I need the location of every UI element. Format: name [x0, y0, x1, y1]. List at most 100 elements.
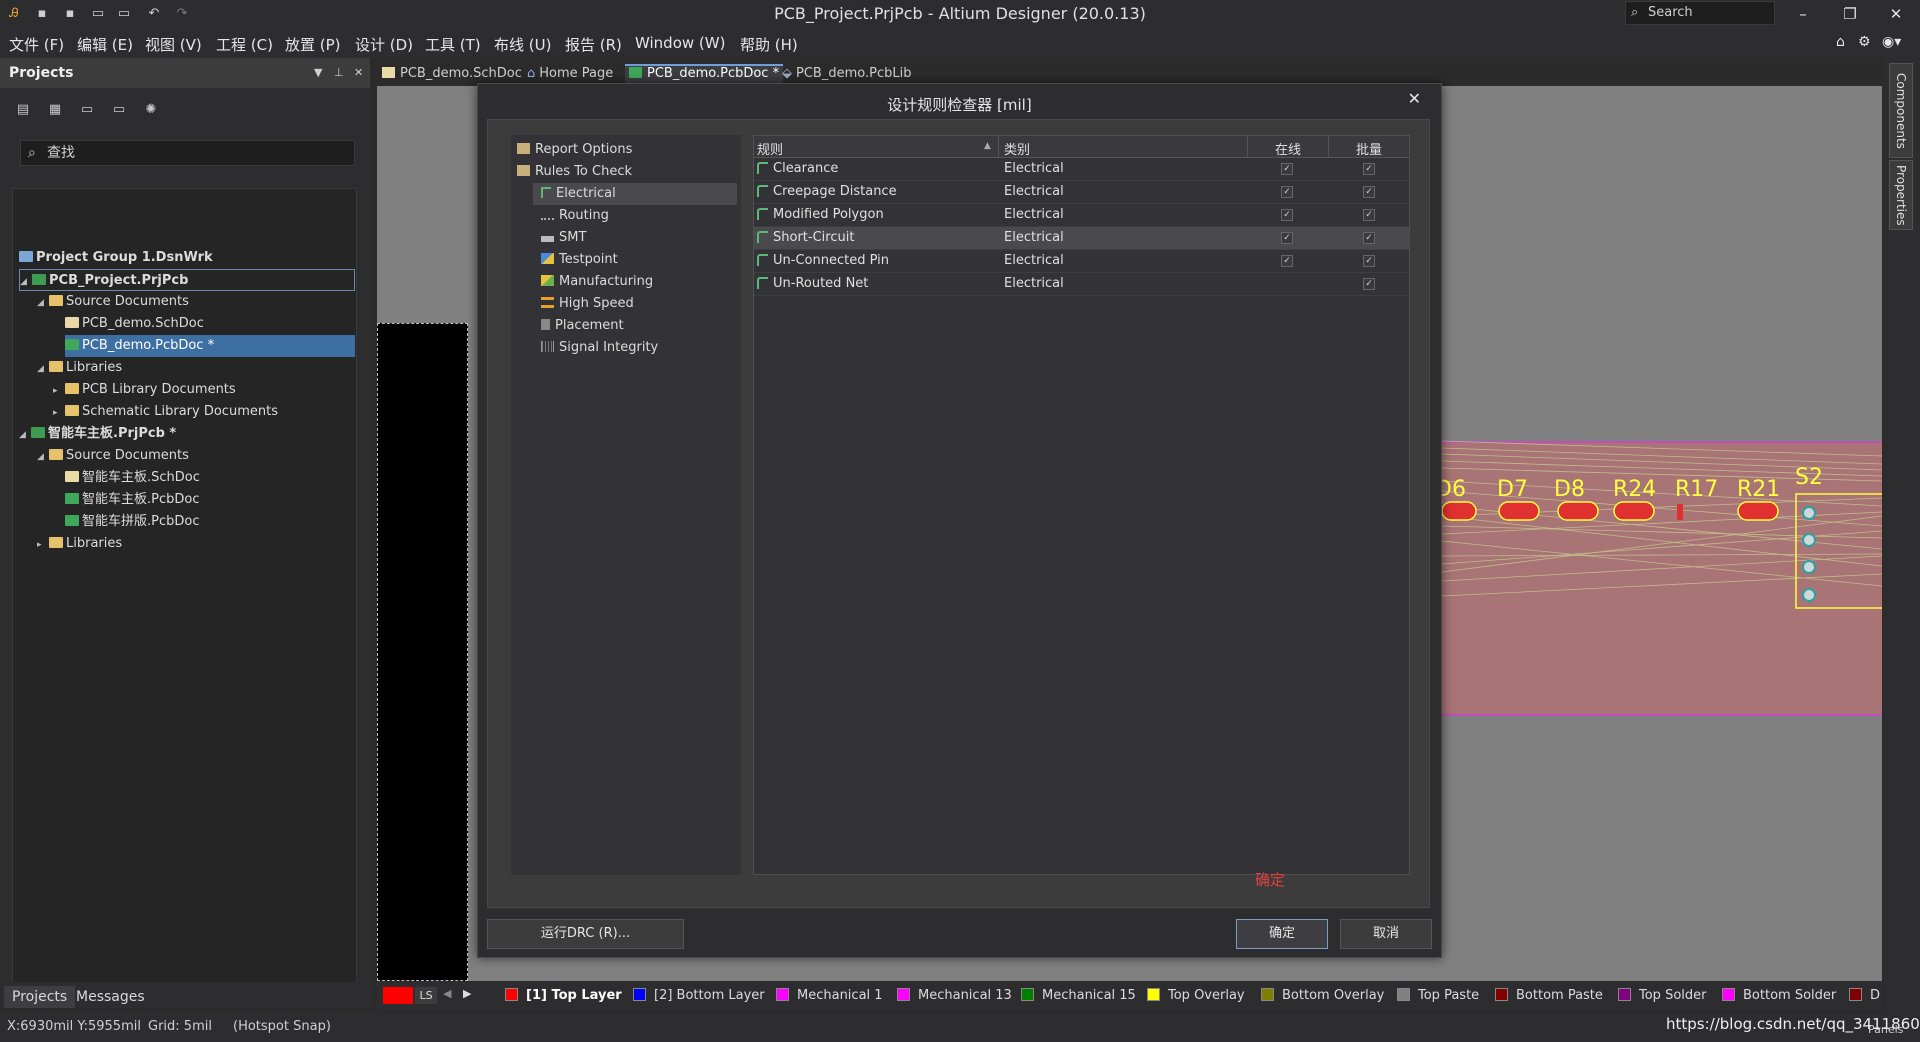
dialog-close-icon[interactable]: ✕ — [1408, 89, 1421, 108]
cancel-button[interactable]: 取消 — [1340, 919, 1432, 949]
expand-arrow-icon[interactable]: ▸ — [53, 380, 65, 402]
pin-icon[interactable]: ⊥ — [334, 66, 344, 79]
tree-item[interactable]: 智能车主板.PcbDoc — [65, 489, 199, 511]
tree-item[interactable]: ◢ Source Documents — [37, 291, 189, 313]
layer-tab-bottom-layer[interactable]: [2] Bottom Layer — [633, 988, 765, 1003]
tree-smt[interactable]: SMT — [541, 227, 586, 249]
online-checkbox[interactable]: ✓ — [1281, 255, 1293, 267]
tree-item[interactable]: 智能车拼版.PcbDoc — [65, 511, 199, 533]
tree-signal-integrity[interactable]: Signal Integrity — [541, 337, 658, 359]
collapse-arrow-icon[interactable]: ◢ — [19, 424, 31, 446]
properties-panel-tab[interactable]: Properties — [1889, 160, 1913, 230]
tree-routing[interactable]: Routing — [541, 205, 609, 227]
tree-item[interactable]: Project Group 1.DsnWrk — [19, 247, 213, 269]
table-row[interactable]: Un-Routed Net Electrical ✓ — [754, 273, 1409, 296]
layer-tab-drill[interactable]: D — [1849, 988, 1880, 1003]
menu-tools[interactable]: 工具 (T) — [425, 34, 481, 55]
tab-messages[interactable]: Messages — [68, 986, 153, 1008]
layer-tab-mechanical-13[interactable]: Mechanical 13 — [897, 988, 1012, 1003]
layer-tab-bottom-solder[interactable]: Bottom Solder — [1722, 988, 1836, 1003]
layer-tab-top-layer[interactable]: [1] Top Layer — [505, 988, 622, 1003]
settings-icon[interactable]: ✺ — [140, 102, 162, 120]
compile-icon[interactable]: ▦ — [44, 102, 66, 120]
minimize-button[interactable]: – — [1783, 2, 1823, 26]
table-row[interactable]: Short-Circuit Electrical ✓ ✓ — [754, 227, 1409, 250]
tree-item[interactable]: PCB_demo.PcbDoc * — [65, 335, 355, 357]
tree-item[interactable]: ▸ Libraries — [37, 533, 122, 555]
table-row[interactable]: Modified Polygon Electrical ✓ ✓ — [754, 204, 1409, 227]
collapse-arrow-icon[interactable]: ◢ — [37, 292, 49, 314]
menu-window[interactable]: Window (W) — [635, 34, 725, 52]
layer-tab-top-paste[interactable]: Top Paste — [1397, 988, 1479, 1003]
layer-set-button[interactable]: LS — [415, 987, 437, 1004]
collapse-arrow-icon[interactable]: ◢ — [37, 358, 49, 380]
close-icon[interactable]: ✕ — [354, 66, 363, 79]
open-folder-icon[interactable]: ▭ — [76, 102, 98, 120]
tree-report-options[interactable]: Report Options — [517, 139, 632, 161]
tree-manufacturing[interactable]: Manufacturing — [541, 271, 653, 293]
table-row[interactable]: Clearance Electrical ✓ ✓ — [754, 158, 1409, 181]
components-panel-tab[interactable]: Components — [1889, 63, 1913, 158]
menu-route[interactable]: 布线 (U) — [494, 34, 551, 55]
user-account-icon[interactable]: ◉▾ — [1882, 34, 1901, 50]
column-header-rule[interactable]: 规则 — [757, 139, 783, 158]
tab-pcbdoc[interactable]: PCB_demo.PcbDoc * — [625, 64, 784, 84]
tree-item[interactable]: ▸ Schematic Library Documents — [53, 401, 278, 423]
save-icon[interactable]: ▤ — [12, 102, 34, 120]
sort-asc-icon[interactable]: ▲ — [984, 141, 991, 151]
tree-placement[interactable]: Placement — [541, 315, 624, 337]
close-folder-icon[interactable]: ▭ — [108, 102, 130, 120]
global-search-input[interactable]: ⌕ Search — [1625, 1, 1775, 25]
home-icon[interactable]: ⌂ — [1836, 34, 1845, 50]
collapse-arrow-icon[interactable]: ◢ — [37, 446, 49, 468]
layer-tab-top-solder[interactable]: Top Solder — [1618, 988, 1706, 1003]
restore-button[interactable]: ❐ — [1830, 2, 1870, 26]
layer-tab-mechanical-15[interactable]: Mechanical 15 — [1021, 988, 1136, 1003]
scroll-right-icon[interactable]: ▶ — [463, 987, 471, 1000]
scroll-left-icon[interactable]: ◀ — [443, 987, 451, 1000]
tree-testpoint[interactable]: Testpoint — [541, 249, 618, 271]
tree-item[interactable]: ◢ Source Documents — [37, 445, 189, 467]
menu-view[interactable]: 视图 (V) — [145, 34, 202, 55]
menu-design[interactable]: 设计 (D) — [355, 34, 413, 55]
batch-checkbox[interactable]: ✓ — [1363, 278, 1375, 290]
expand-arrow-icon[interactable]: ▸ — [53, 402, 65, 424]
ok-button[interactable]: 确定 — [1236, 919, 1328, 949]
menu-file[interactable]: 文件 (F) — [9, 34, 64, 55]
tree-item[interactable]: ◢ 智能车主板.PrjPcb * — [19, 423, 176, 445]
online-checkbox[interactable]: ✓ — [1281, 232, 1293, 244]
tree-electrical[interactable]: Electrical — [533, 183, 737, 205]
menu-edit[interactable]: 编辑 (E) — [77, 34, 133, 55]
layer-tab-top-overlay[interactable]: Top Overlay — [1147, 988, 1245, 1003]
layer-tab-bottom-paste[interactable]: Bottom Paste — [1495, 988, 1603, 1003]
batch-checkbox[interactable]: ✓ — [1363, 186, 1375, 198]
tree-item[interactable]: 智能车主板.SchDoc — [65, 467, 200, 489]
table-row[interactable]: Creepage Distance Electrical ✓ ✓ — [754, 181, 1409, 204]
menu-reports[interactable]: 报告 (R) — [565, 34, 622, 55]
layer-tab-mechanical-1[interactable]: Mechanical 1 — [776, 988, 883, 1003]
tree-rules-to-check[interactable]: Rules To Check — [517, 161, 632, 183]
column-header-category[interactable]: 类别 — [1004, 139, 1030, 158]
batch-checkbox[interactable]: ✓ — [1363, 232, 1375, 244]
column-header-batch[interactable]: 批量 — [1356, 139, 1382, 158]
run-drc-button[interactable]: 运行DRC (R)... — [487, 919, 684, 949]
online-checkbox[interactable]: ✓ — [1281, 186, 1293, 198]
layer-tab-bottom-overlay[interactable]: Bottom Overlay — [1261, 988, 1384, 1003]
column-header-online[interactable]: 在线 — [1275, 139, 1301, 158]
online-checkbox[interactable]: ✓ — [1281, 163, 1293, 175]
batch-checkbox[interactable]: ✓ — [1363, 209, 1375, 221]
batch-checkbox[interactable]: ✓ — [1363, 163, 1375, 175]
tree-item[interactable]: ◢ PCB_Project.PrjPcb — [19, 269, 355, 291]
tree-high-speed[interactable]: High Speed — [541, 293, 634, 315]
tree-item[interactable]: PCB_demo.SchDoc — [65, 313, 204, 335]
expand-arrow-icon[interactable]: ▸ — [37, 534, 49, 556]
menu-help[interactable]: 帮助 (H) — [740, 34, 798, 55]
tree-item[interactable]: ◢ Libraries — [37, 357, 122, 379]
menu-project[interactable]: 工程 (C) — [216, 34, 273, 55]
panels-button[interactable]: Panels — [1868, 1023, 1903, 1036]
current-layer-swatch[interactable] — [383, 987, 413, 1004]
project-search-input[interactable]: ⌕ 查找 — [20, 140, 355, 166]
collapse-arrow-icon[interactable]: ◢ — [20, 271, 32, 293]
online-checkbox[interactable]: ✓ — [1281, 209, 1293, 221]
tree-item[interactable]: ▸ PCB Library Documents — [53, 379, 236, 401]
